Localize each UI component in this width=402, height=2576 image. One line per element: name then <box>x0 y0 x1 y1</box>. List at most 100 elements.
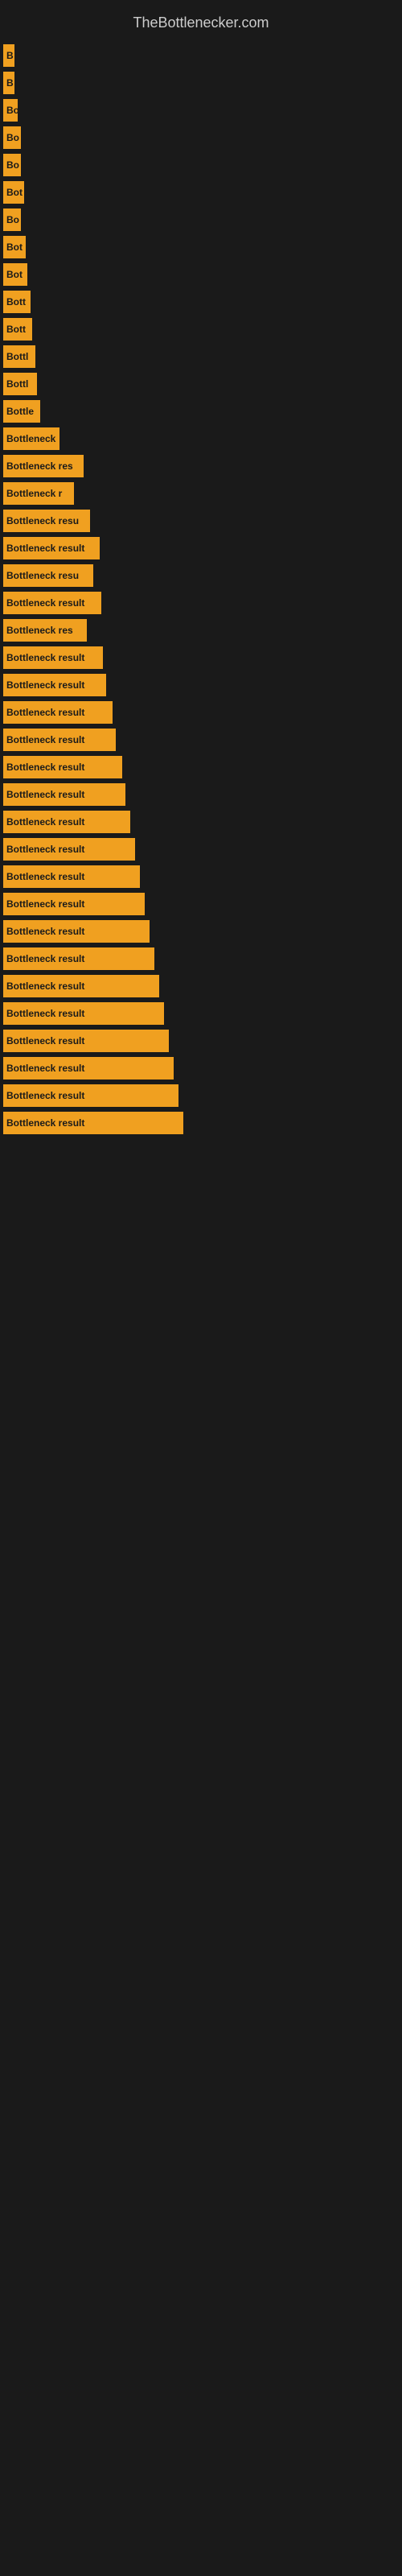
bar-label: Bottleneck <box>3 427 59 450</box>
bar-label: Bottleneck result <box>3 893 145 915</box>
bar-label-text: B <box>6 77 14 89</box>
bar-label: Bott <box>3 318 32 341</box>
bar-label: Bottleneck result <box>3 947 154 970</box>
bar-label-text: Bo <box>6 132 19 143</box>
bar-label: Bottleneck result <box>3 674 106 696</box>
bar-label-text: Bottleneck result <box>6 734 84 745</box>
bar-row: Bottleneck result <box>0 920 402 943</box>
bar-label-text: Bottleneck r <box>6 488 62 499</box>
bar-label-text: B <box>6 50 14 61</box>
bar-row: Bo <box>0 99 402 122</box>
bar-row: Bottleneck result <box>0 947 402 970</box>
bar-label: Bo <box>3 99 18 122</box>
bar-label-text: Bottleneck res <box>6 625 73 636</box>
bar-label-text: Bo <box>6 105 18 116</box>
bar-row: Bottleneck result <box>0 811 402 833</box>
bar-label: Bottleneck result <box>3 865 140 888</box>
bar-row: Bottle <box>0 400 402 423</box>
bar-row: Bottleneck result <box>0 674 402 696</box>
bar-row: Bottleneck result <box>0 893 402 915</box>
bar-label: Bottleneck result <box>3 1084 178 1107</box>
bar-label-text: Bottleneck result <box>6 679 84 691</box>
bar-label-text: Bo <box>6 214 19 225</box>
bar-label: Bottleneck result <box>3 701 113 724</box>
bar-label: Bottleneck res <box>3 619 87 642</box>
bar-row: Bottleneck result <box>0 537 402 559</box>
bar-row: Bottleneck <box>0 427 402 450</box>
bar-label: Bottleneck res <box>3 455 84 477</box>
bar-row: B <box>0 44 402 67</box>
bar-label-text: Bot <box>6 242 23 253</box>
bar-label-text: Bottl <box>6 378 28 390</box>
bar-label-text: Bott <box>6 296 26 308</box>
bar-label: B <box>3 44 14 67</box>
bar-label: Bottleneck result <box>3 1002 164 1025</box>
bar-label-text: Bottleneck result <box>6 1035 84 1046</box>
bar-label: Bottleneck r <box>3 482 74 505</box>
bar-row: Bottleneck result <box>0 1030 402 1052</box>
bar-label: Bottl <box>3 373 37 395</box>
bar-row: Bottleneck resu <box>0 564 402 587</box>
bar-row: Bottleneck result <box>0 646 402 669</box>
bar-label: Bottleneck result <box>3 1030 169 1052</box>
bar-label-text: Bottleneck res <box>6 460 73 472</box>
bar-label-text: Bottleneck result <box>6 652 84 663</box>
bar-label: Bottleneck result <box>3 975 159 997</box>
bar-label: Bottleneck result <box>3 537 100 559</box>
bar-row: Bottleneck result <box>0 1084 402 1107</box>
bar-label: Bot <box>3 263 27 286</box>
bar-row: Bottl <box>0 373 402 395</box>
bar-label: Bottl <box>3 345 35 368</box>
bar-label: Bottleneck resu <box>3 510 90 532</box>
page-wrapper: TheBottlenecker.com B B Bo Bo Bo Bot Bo Bot Bot B… <box>0 0 402 2576</box>
bar-label-text: Bottleneck result <box>6 762 84 773</box>
bar-row: Bo <box>0 154 402 176</box>
bar-label: Bottleneck result <box>3 920 150 943</box>
bar-label: Bottle <box>3 400 40 423</box>
bar-label: Bottleneck result <box>3 756 122 778</box>
bar-label-text: Bottleneck result <box>6 953 84 964</box>
bar-label: Bottleneck result <box>3 1057 174 1080</box>
bar-row: Bottleneck result <box>0 838 402 861</box>
bar-label-text: Bottleneck result <box>6 1117 84 1129</box>
bar-row: Bott <box>0 291 402 313</box>
bar-row: Bo <box>0 126 402 149</box>
bar-label: Bottleneck result <box>3 783 125 806</box>
bar-label: B <box>3 72 14 94</box>
bar-label-text: Bot <box>6 269 23 280</box>
bar-row: Bot <box>0 263 402 286</box>
bar-label-text: Bottleneck result <box>6 789 84 800</box>
bar-label-text: Bott <box>6 324 26 335</box>
bar-row: Bottleneck res <box>0 619 402 642</box>
bar-label-text: Bottleneck result <box>6 844 84 855</box>
bar-label-text: Bottleneck result <box>6 926 84 937</box>
bar-label-text: Bottleneck result <box>6 707 84 718</box>
bar-row: Bottleneck resu <box>0 510 402 532</box>
bar-label: Bottleneck result <box>3 592 101 614</box>
bar-label-text: Bo <box>6 159 19 171</box>
bar-label-text: Bot <box>6 187 23 198</box>
bar-label: Bot <box>3 236 26 258</box>
bar-row: Bottleneck result <box>0 756 402 778</box>
bar-label-text: Bottleneck result <box>6 1008 84 1019</box>
bar-label: Bottleneck result <box>3 1112 183 1134</box>
bar-label: Bottleneck result <box>3 729 116 751</box>
bar-label-text: Bottleneck result <box>6 597 84 609</box>
bar-label-text: Bottle <box>6 406 34 417</box>
bar-label-text: Bottleneck result <box>6 816 84 828</box>
bar-row: Bott <box>0 318 402 341</box>
bar-row: Bo <box>0 208 402 231</box>
bar-row: Bottleneck result <box>0 865 402 888</box>
bar-label: Bot <box>3 181 24 204</box>
bar-label-text: Bottleneck result <box>6 1090 84 1101</box>
bar-row: Bottleneck result <box>0 975 402 997</box>
bar-label-text: Bottl <box>6 351 28 362</box>
bar-label-text: Bottleneck result <box>6 543 84 554</box>
bar-row: Bottleneck result <box>0 729 402 751</box>
bar-row: Bottl <box>0 345 402 368</box>
bar-row: Bottleneck result <box>0 1112 402 1134</box>
site-title: TheBottlenecker.com <box>0 8 402 44</box>
bar-row: Bottleneck result <box>0 783 402 806</box>
bar-label-text: Bottleneck result <box>6 871 84 882</box>
bar-row: Bottleneck r <box>0 482 402 505</box>
